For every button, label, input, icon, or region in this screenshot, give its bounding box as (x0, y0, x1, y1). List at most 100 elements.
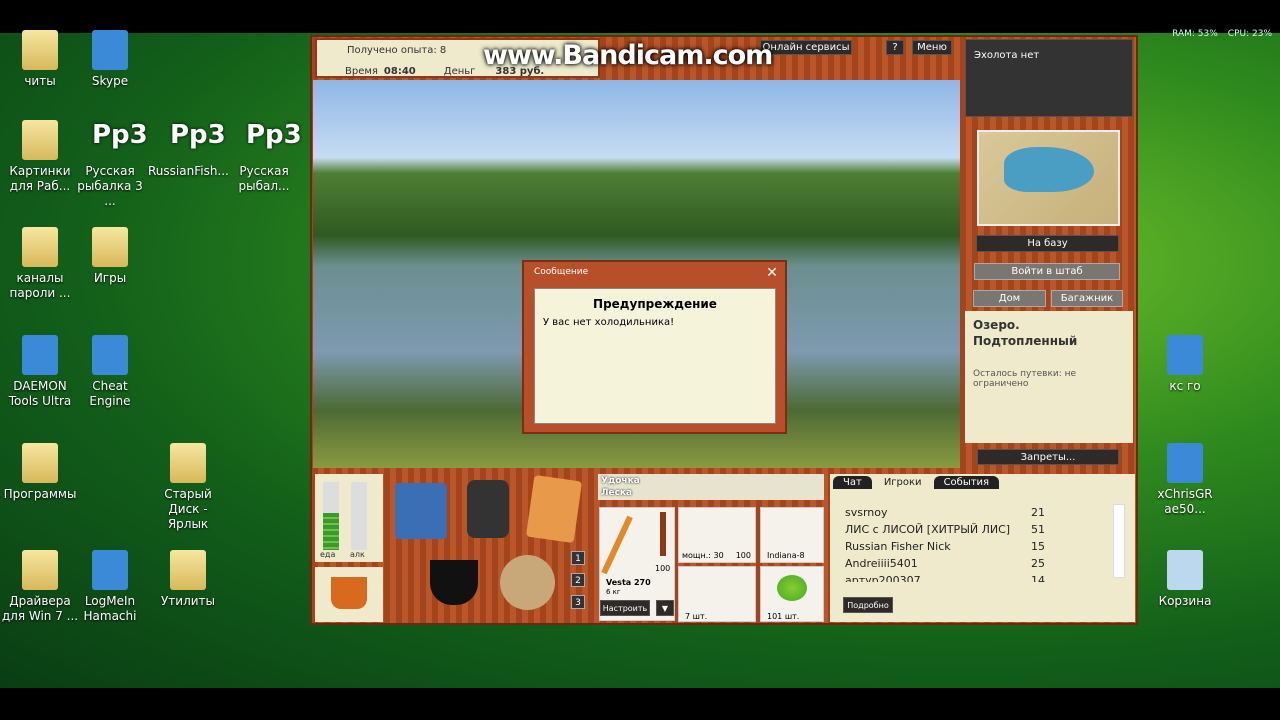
player-name: артур200307 (845, 574, 921, 582)
notebook-icon[interactable] (525, 474, 583, 544)
reel-slot[interactable]: мощн.: 30 100 (678, 507, 756, 563)
desktop-icon[interactable]: Pp3 Русская рыбалка 3 ... (70, 120, 150, 209)
quick-slot-2[interactable]: 2 (571, 573, 585, 587)
folder-icon (22, 227, 58, 267)
desktop-icon[interactable]: LogMeIn Hamachi (70, 550, 150, 624)
home-button[interactable]: Дом (973, 290, 1046, 307)
desktop-icon[interactable]: Программы (0, 443, 80, 502)
dialog-message: У вас нет холодильника! (543, 317, 675, 328)
trash-icon (1167, 550, 1203, 590)
backpack-icon[interactable] (467, 480, 509, 538)
float-value: 100 (655, 564, 671, 573)
tab-1[interactable]: Игроки (873, 476, 932, 489)
bans-button[interactable]: Запреты... (977, 449, 1119, 465)
rod-wear-bar (660, 512, 666, 556)
location-panel: Озеро. Подтопленный Осталось путевки: не… (965, 311, 1133, 443)
bait-slot[interactable]: 101 шт. (760, 566, 824, 622)
dropdown-button[interactable]: ▼ (656, 600, 674, 616)
desktop-icon-label: Cheat Engine (89, 379, 131, 408)
to-base-button[interactable]: На базу (976, 235, 1119, 252)
player-row[interactable]: svsrnoy 21 (845, 504, 1045, 521)
desktop-icon[interactable]: каналы пароли ... (0, 227, 80, 301)
cooking-pot-icon[interactable] (430, 560, 478, 605)
black-bar-top (0, 0, 1280, 33)
desktop-icon-label: xChrisGR ae50... (1157, 487, 1213, 516)
lake-map[interactable] (977, 130, 1120, 226)
tab-2[interactable]: События (933, 476, 1000, 489)
setup-button[interactable]: Настроить (600, 600, 650, 616)
desktop-icon[interactable]: Старый Диск - Ярлык (148, 443, 228, 532)
player-row[interactable]: ЛИС с ЛИСОЙ [ХИТРЫЙ ЛИС] 51 (845, 521, 1045, 538)
money-label: Деньг (443, 66, 476, 77)
trunk-button[interactable]: Багажник (1051, 290, 1123, 307)
folder-icon (22, 443, 58, 483)
app-icon (1167, 443, 1203, 483)
tab-0[interactable]: Чат (833, 476, 872, 489)
desktop-icon-label: Русская рыбал... (238, 164, 290, 193)
desktop-icon-label: Картинки для Раб... (9, 164, 71, 193)
players-scrollbar[interactable] (1113, 504, 1125, 578)
tackle-box-icon[interactable] (395, 483, 447, 539)
desktop-icon[interactable]: xChrisGR ae50... (1145, 443, 1225, 517)
desktop-icon-label: Программы (3, 487, 77, 501)
bucket-slot[interactable] (315, 567, 383, 622)
hook-count: 7 шт. (685, 612, 708, 621)
desktop-icon[interactable]: читы (0, 30, 80, 89)
line-name: Indiana-8 (767, 551, 805, 560)
desktop-icon[interactable]: Драйвера для Win 7 ... (0, 550, 80, 624)
permit-info: Осталось путевки: не ограничено (973, 369, 1077, 389)
desktop-icon[interactable]: Cheat Engine (70, 335, 150, 409)
reel-power: мощн.: 30 (682, 551, 724, 560)
line-slot[interactable]: Indiana-8 (760, 507, 824, 563)
app-icon (92, 30, 128, 70)
desktop-icon-label: каналы пароли ... (9, 271, 71, 300)
desktop-icon-label: Skype (91, 74, 129, 88)
player-name: Russian Fisher Nick (845, 540, 951, 553)
desktop-icon[interactable]: Игры (70, 227, 150, 286)
cpu-usage: CPU: 23% (1227, 29, 1272, 39)
sonar-panel: Эхолота нет (965, 39, 1133, 117)
pp3-icon: Pp3 (246, 120, 302, 150)
app-icon (92, 335, 128, 375)
watermark: www.Bandicam.com (483, 40, 773, 71)
enter-hq-button[interactable]: Войти в штаб (974, 263, 1120, 280)
keepnet-icon[interactable] (500, 555, 555, 610)
app-icon (22, 335, 58, 375)
experience-text: Получено опыта: 8 (347, 45, 447, 56)
desktop-icon[interactable]: DAEMON Tools Ultra (0, 335, 80, 409)
meters-panel: еда алк (315, 474, 383, 562)
rod-slot[interactable]: 100 Vesta 270 6 кг Настроить ▼ (599, 507, 675, 621)
folder-icon (170, 443, 206, 483)
player-row[interactable]: артур200307 14 (845, 572, 1045, 582)
hook-slot[interactable]: 7 шт. (678, 566, 756, 622)
player-name: svsrnoy (845, 506, 888, 519)
help-button[interactable]: ? (886, 40, 904, 55)
desktop-icon[interactable]: Утилиты (148, 550, 228, 609)
peas-icon (777, 575, 807, 601)
menu-button[interactable]: Меню (912, 40, 952, 55)
close-icon[interactable]: ✕ (764, 265, 780, 281)
desktop-icon[interactable]: Pp3 Русская рыбал... (224, 120, 304, 194)
dialog-heading: Предупреждение (593, 297, 717, 311)
pp3-icon: Pp3 (170, 120, 226, 150)
reel-value: 100 (735, 551, 751, 560)
player-row[interactable]: Russian Fisher Nick 15 (845, 538, 1045, 555)
food-label: еда (320, 550, 336, 559)
quick-slot-1[interactable]: 1 (571, 551, 585, 565)
details-button[interactable]: Подробно (843, 597, 893, 613)
rod-weight: 6 кг (606, 588, 621, 596)
desktop-icon[interactable]: Pp3 RussianFish... (148, 120, 229, 179)
app-icon (1167, 335, 1203, 375)
online-services-button[interactable]: Онлайн сервисы (760, 40, 852, 55)
folder-icon (22, 120, 58, 160)
desktop-icon[interactable]: Картинки для Раб... (0, 120, 80, 194)
desktop-icon[interactable]: Skype (70, 30, 150, 89)
desktop-icon-label: Старый Диск - Ярлык (164, 487, 212, 531)
desktop-icon[interactable]: кс го (1145, 335, 1225, 394)
player-row[interactable]: Andreiiii5401 25 (845, 555, 1045, 572)
bait-count: 101 шт. (767, 612, 800, 621)
quick-slot-3[interactable]: 3 (571, 595, 585, 609)
desktop-icon[interactable]: Корзина (1145, 550, 1225, 609)
player-level: 21 (1031, 506, 1045, 519)
desktop-icon-label: читы (24, 74, 56, 88)
